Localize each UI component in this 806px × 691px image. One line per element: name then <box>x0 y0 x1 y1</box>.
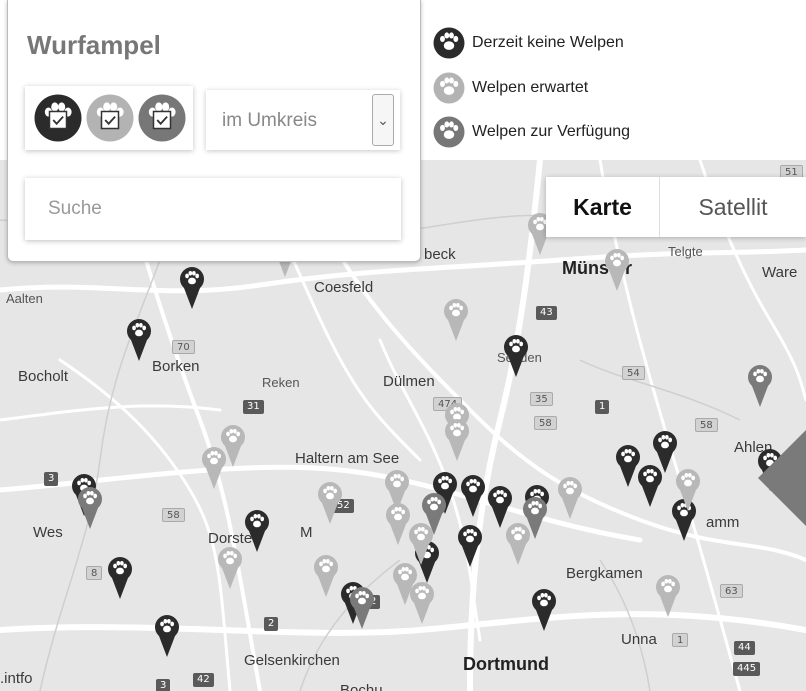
legend-label: Derzeit keine Welpen <box>472 34 624 51</box>
road-shield: 3 <box>156 679 171 691</box>
map-type-control: Karte Satellit <box>546 177 806 237</box>
place-duelmen: Dülmen <box>383 373 435 390</box>
place-beck: beck <box>424 246 456 263</box>
road-shield: 445 <box>733 662 761 676</box>
road-shield: 3 <box>44 472 59 486</box>
map-marker-none[interactable] <box>531 588 557 632</box>
paw-icon <box>433 27 465 59</box>
map-marker-expected[interactable] <box>201 446 227 490</box>
road-shield: 42 <box>193 673 214 687</box>
place-m: M <box>300 524 313 541</box>
map-marker-expected[interactable] <box>557 476 583 520</box>
road-shield: 44 <box>734 641 755 655</box>
map-marker-available[interactable] <box>421 492 447 536</box>
road-shield: 1 <box>595 400 610 414</box>
filter-toggle-no-puppies[interactable] <box>33 93 83 143</box>
road-shield: 58 <box>695 418 718 432</box>
place-ware: Ware <box>762 264 798 281</box>
place-bochu: Bochu <box>340 682 383 691</box>
road-shield: 8 <box>86 566 103 580</box>
map-marker-none[interactable] <box>503 334 529 378</box>
search-input[interactable] <box>25 178 401 240</box>
map-marker-available[interactable] <box>747 364 773 408</box>
radius-select[interactable]: im Umkreis ⌄ <box>206 90 400 150</box>
map-type-satellit-button[interactable]: Satellit <box>660 177 806 237</box>
map-type-karte-button[interactable]: Karte <box>546 177 660 237</box>
road-shield: 58 <box>534 416 557 430</box>
road-shield: 31 <box>243 400 264 414</box>
road-shield: 2 <box>264 617 279 631</box>
map-marker-none[interactable] <box>457 524 483 568</box>
map-marker-none[interactable] <box>107 556 133 600</box>
place-wes: Wes <box>33 524 63 541</box>
place-intfo: .intfo <box>0 670 33 687</box>
road-shield: 54 <box>622 366 645 380</box>
radius-select-value: im Umkreis <box>222 110 317 131</box>
legend-label: Welpen erwartet <box>472 79 589 96</box>
paw-icon <box>433 72 465 104</box>
place-reken: Reken <box>262 375 300 390</box>
map-marker-available[interactable] <box>349 586 375 630</box>
filter-toggle-expected[interactable] <box>85 93 135 143</box>
legend-item-available: Welpen zur Verfügung <box>432 115 630 149</box>
legend-item-expected: Welpen erwartet <box>432 71 588 105</box>
map-marker-none[interactable] <box>244 509 270 553</box>
place-borken: Borken <box>152 358 200 375</box>
place-unna: Unna <box>621 631 657 648</box>
legend-label: Welpen zur Verfügung <box>472 123 631 140</box>
road-shield: 58 <box>162 508 185 522</box>
place-telgte: Telgte <box>668 244 703 259</box>
road-shield: 70 <box>172 340 195 354</box>
map-marker-none[interactable] <box>460 474 486 518</box>
place-amm: amm <box>706 514 740 531</box>
filter-panel: Wurfampel im Umkreis ⌄ <box>7 0 421 262</box>
map-marker-available[interactable] <box>522 496 548 540</box>
paw-icon <box>433 116 465 148</box>
map-marker-none[interactable] <box>154 614 180 658</box>
road-shield: 35 <box>530 392 553 406</box>
map-marker-none[interactable] <box>637 464 663 508</box>
place-aalten: Aalten <box>6 291 43 306</box>
place-gelsenkirchen: Gelsenkirchen <box>244 652 340 669</box>
road-shield: 1 <box>672 633 689 647</box>
panel-title: Wurfampel <box>27 30 161 60</box>
map-marker-none[interactable] <box>179 266 205 310</box>
place-dortmund: Dortmund <box>463 654 549 674</box>
legend-item-no-puppies: Derzeit keine Welpen <box>432 26 624 60</box>
map-marker-expected[interactable] <box>655 574 681 618</box>
map-marker-expected[interactable] <box>675 468 701 512</box>
map-marker-none[interactable] <box>126 318 152 362</box>
side-panel-toggle[interactable] <box>758 428 806 528</box>
map-marker-expected[interactable] <box>313 554 339 598</box>
place-bocholt: Bocholt <box>18 368 69 385</box>
map-marker-expected[interactable] <box>604 248 630 292</box>
place-bergkamen: Bergkamen <box>566 565 643 582</box>
chevron-down-icon[interactable]: ⌄ <box>372 94 394 146</box>
place-haltern: Haltern am See <box>295 450 400 467</box>
status-filter-group <box>25 86 193 150</box>
map-marker-expected[interactable] <box>443 298 469 342</box>
map-marker-expected[interactable] <box>444 418 470 462</box>
map-marker-available[interactable] <box>77 486 103 530</box>
map-marker-expected[interactable] <box>317 481 343 525</box>
road-shield: 63 <box>720 584 743 598</box>
map-marker-expected[interactable] <box>409 581 435 625</box>
place-coesfeld: Coesfeld <box>314 279 374 296</box>
road-shield: 43 <box>536 306 557 320</box>
map-marker-expected[interactable] <box>217 546 243 590</box>
filter-toggle-available[interactable] <box>137 93 187 143</box>
